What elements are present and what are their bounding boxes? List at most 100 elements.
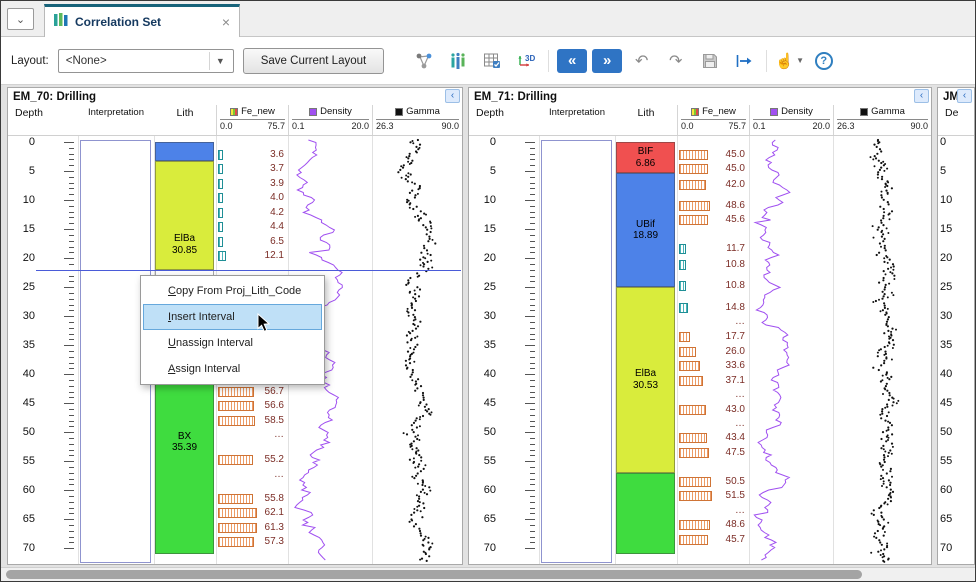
well-columns-icon[interactable] bbox=[443, 48, 472, 74]
lith-label: ElBa bbox=[635, 368, 656, 380]
fe-bar bbox=[679, 347, 696, 357]
depth-tick bbox=[69, 473, 74, 474]
menu-item-assign-interval[interactable]: Assign Interval bbox=[143, 356, 322, 382]
horizontal-scrollbar-thumb[interactable] bbox=[6, 570, 862, 579]
fe-value: 61.3 bbox=[265, 522, 284, 533]
lith-interval[interactable]: ElBa30.53 bbox=[616, 287, 675, 473]
fe-value-row: 48.6 bbox=[678, 200, 748, 212]
depth-tick bbox=[64, 287, 74, 288]
correlation-diagram-icon[interactable] bbox=[409, 48, 438, 74]
last-page-icon[interactable]: » bbox=[592, 49, 622, 73]
track-header-density: Density0.120.0 bbox=[288, 105, 372, 135]
collapse-panel-button[interactable]: ‹ bbox=[445, 89, 460, 103]
depth-tick-label: 5 bbox=[469, 165, 496, 177]
depth-column-header: Depth bbox=[8, 105, 78, 135]
interpretation-column[interactable] bbox=[541, 140, 612, 563]
depth-tick bbox=[69, 212, 74, 213]
tab-label: Correlation Set bbox=[75, 15, 161, 29]
track-header-gamma: Gamma26.390.0 bbox=[372, 105, 462, 135]
tab-correlation-set[interactable]: Correlation Set × bbox=[44, 4, 240, 37]
collapse-panel-button[interactable]: ‹ bbox=[914, 89, 929, 103]
view-3d-icon[interactable]: 3D bbox=[511, 48, 540, 74]
menu-item-insert-interval[interactable]: Insert Interval bbox=[143, 304, 322, 330]
depth-tick bbox=[530, 328, 535, 329]
track-separator bbox=[78, 136, 79, 564]
fe-bar bbox=[218, 208, 223, 218]
fe-bar bbox=[218, 537, 254, 547]
lith-interval[interactable]: BX35.39 bbox=[155, 378, 214, 554]
collapse-panel-button[interactable]: ‹ bbox=[957, 89, 972, 103]
fe-bar bbox=[679, 260, 686, 270]
depth-tick-label: 45 bbox=[940, 397, 967, 409]
save-icon[interactable] bbox=[695, 48, 724, 74]
lith-interval[interactable] bbox=[155, 142, 214, 161]
depth-tick-label: 55 bbox=[940, 455, 967, 467]
depth-tick bbox=[64, 432, 74, 433]
lith-interval[interactable] bbox=[616, 473, 675, 554]
track-min: 0.0 bbox=[220, 121, 233, 131]
depth-tick bbox=[530, 148, 535, 149]
fe-value-row: 11.7 bbox=[678, 243, 748, 255]
depth-tick-label: 55 bbox=[469, 455, 496, 467]
depth-tick bbox=[525, 171, 535, 172]
depth-tick bbox=[69, 525, 74, 526]
depth-tick bbox=[530, 531, 535, 532]
depth-tick-label: 15 bbox=[8, 223, 35, 235]
depth-tick-label: 45 bbox=[469, 397, 496, 409]
depth-tick bbox=[69, 479, 74, 480]
undo-icon[interactable]: ↶ bbox=[627, 48, 656, 74]
touch-mode-icon[interactable]: ☝▼ bbox=[775, 48, 804, 74]
layout-select-value: <None> bbox=[66, 55, 107, 67]
fe-value: 10.8 bbox=[726, 259, 745, 270]
export-icon[interactable] bbox=[729, 48, 758, 74]
tab-close-icon[interactable]: × bbox=[208, 16, 230, 28]
depth-tick bbox=[530, 159, 535, 160]
fe-bar bbox=[218, 508, 257, 518]
help-icon[interactable]: ? bbox=[809, 48, 838, 74]
menu-item-unassign-interval[interactable]: Unassign Interval bbox=[143, 330, 322, 356]
fe-value-row: 3.7 bbox=[217, 163, 287, 175]
track-min: 26.3 bbox=[837, 121, 855, 131]
lith-interval[interactable]: UBif18.89 bbox=[616, 173, 675, 287]
redo-icon[interactable]: ↷ bbox=[661, 48, 690, 74]
horizontal-scrollbar[interactable] bbox=[1, 567, 975, 581]
fe-value-row: 37.1 bbox=[678, 375, 748, 387]
fe-value: 3.9 bbox=[270, 178, 284, 189]
depth-tick bbox=[69, 357, 74, 358]
lith-interval[interactable]: ElBa30.85 bbox=[155, 161, 214, 270]
fe-value: … bbox=[735, 505, 745, 516]
track-header-density: Density0.120.0 bbox=[749, 105, 833, 135]
lith-interval[interactable]: BIF6.86 bbox=[616, 142, 675, 173]
tab-list-button[interactable]: ⌄ bbox=[7, 8, 34, 30]
track-max: 90.0 bbox=[441, 121, 459, 131]
depth-tick bbox=[525, 287, 535, 288]
fe-value-row: 12.1 bbox=[217, 250, 287, 262]
track-name: Density bbox=[320, 106, 352, 117]
depth-tick bbox=[530, 247, 535, 248]
depth-tick-label: 70 bbox=[940, 542, 967, 554]
depth-tick bbox=[530, 217, 535, 218]
depth-selection-line bbox=[36, 270, 461, 271]
depth-tick bbox=[69, 305, 74, 306]
depth-tick bbox=[69, 508, 74, 509]
depth-tick-label: 50 bbox=[469, 426, 496, 438]
first-page-icon[interactable]: « bbox=[557, 49, 587, 73]
depth-tick-label: 55 bbox=[8, 455, 35, 467]
depth-tick bbox=[64, 548, 74, 549]
depth-tick bbox=[530, 537, 535, 538]
save-current-layout-button[interactable]: Save Current Layout bbox=[243, 48, 384, 74]
fe-value-row: 62.1 bbox=[217, 507, 287, 519]
fe-value: 45.6 bbox=[726, 214, 745, 225]
fe-bar bbox=[218, 164, 223, 174]
depth-tick-label: 30 bbox=[940, 310, 967, 322]
depth-tick-label: 35 bbox=[8, 339, 35, 351]
interval-table-icon[interactable] bbox=[477, 48, 506, 74]
fe-value-row: 45.0 bbox=[678, 149, 748, 161]
depth-tick bbox=[525, 258, 535, 259]
layout-select[interactable]: <None> ▼ bbox=[58, 49, 234, 73]
depth-tick bbox=[69, 241, 74, 242]
menu-item-copy-from-proj-lith-code[interactable]: Copy From Proj_Lith_Code bbox=[143, 278, 322, 304]
fe-value: … bbox=[274, 429, 284, 440]
app-window: ⌄ Correlation Set × Layout: <None> ▼ Sav… bbox=[0, 0, 976, 582]
fe-value: 58.5 bbox=[265, 415, 284, 426]
